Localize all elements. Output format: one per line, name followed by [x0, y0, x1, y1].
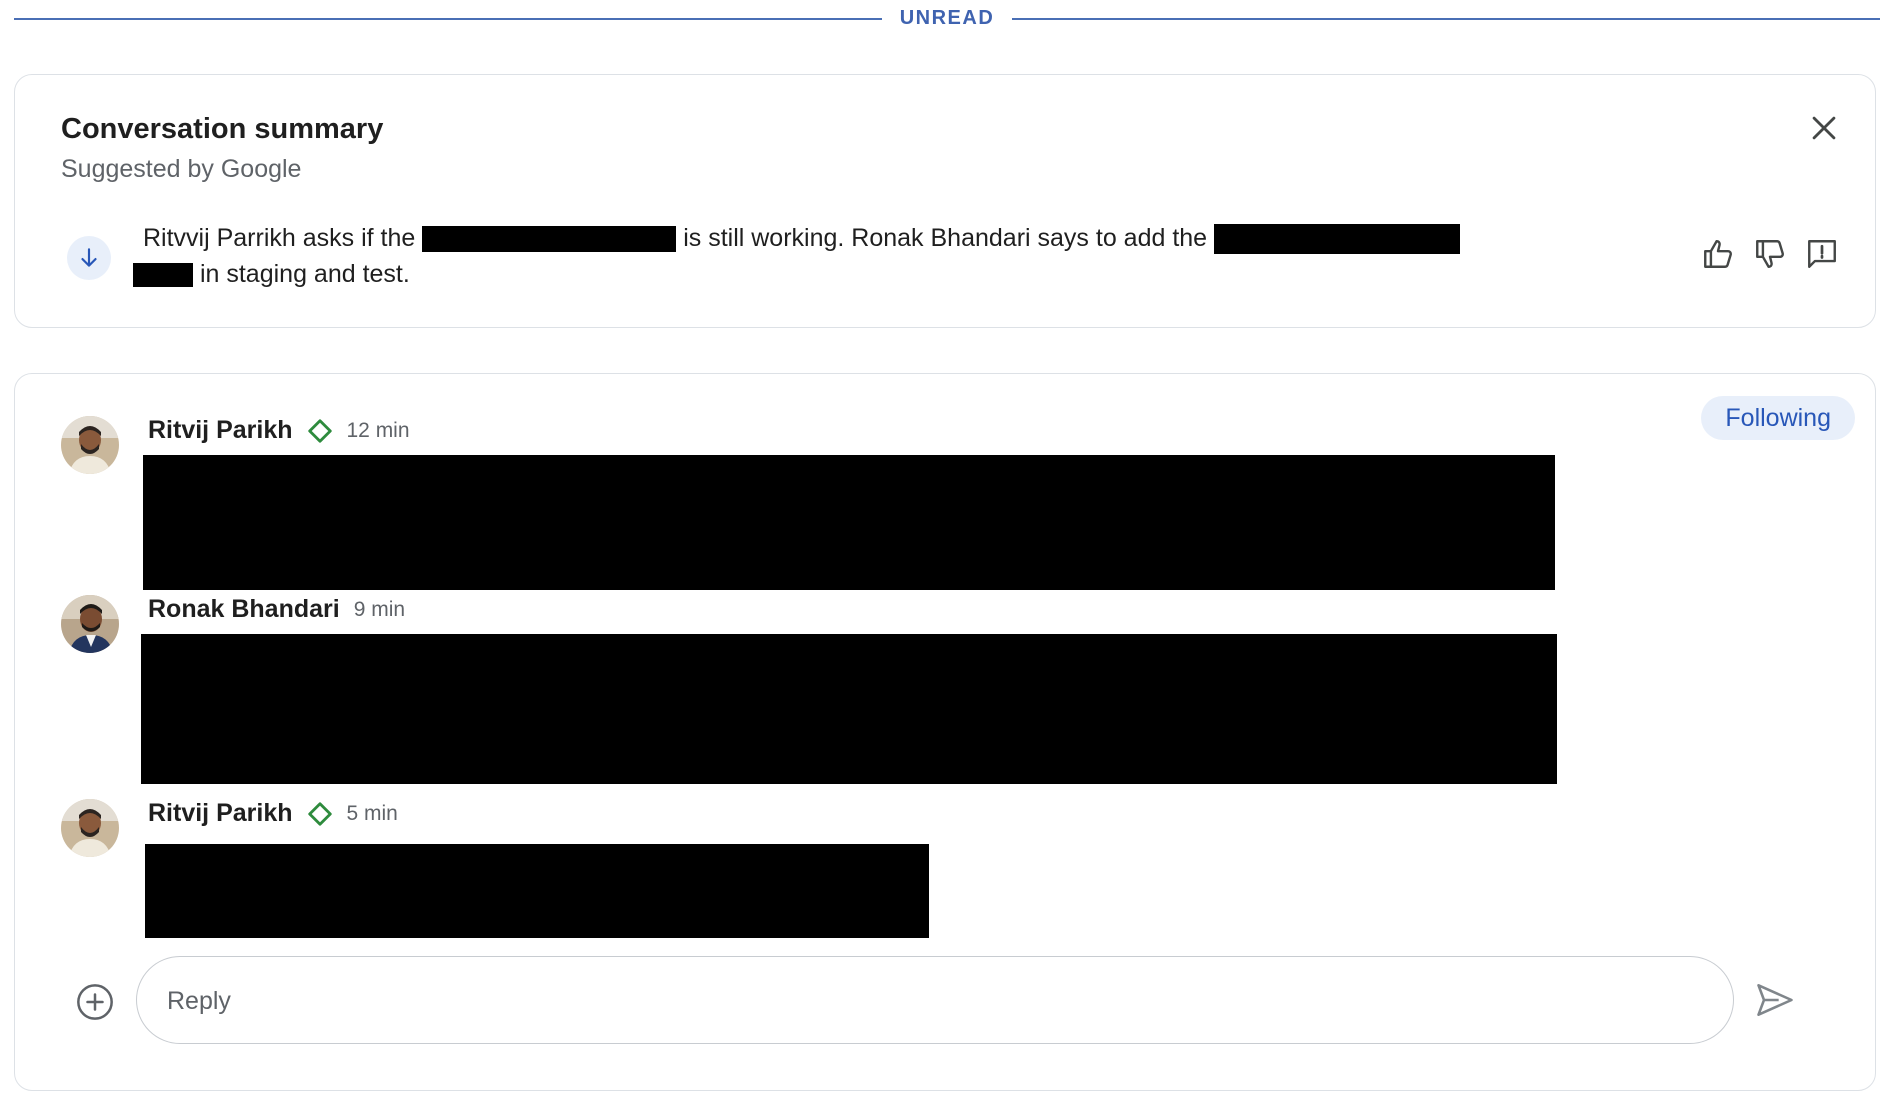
close-icon[interactable] — [1807, 111, 1841, 145]
diamond-icon — [307, 801, 332, 826]
arrow-down-icon — [81, 248, 97, 267]
feedback-icon[interactable] — [1805, 237, 1839, 271]
summary-text: Ritvvij Parrikh asks if the is still wor… — [133, 220, 1648, 292]
message-author[interactable]: Ronak Bhandari — [148, 595, 340, 624]
message-header: Ritvij Parikh 5 min — [148, 799, 398, 828]
redacted-block — [133, 263, 193, 288]
reply-field[interactable] — [136, 956, 1734, 1045]
feedback-icons — [1701, 237, 1839, 271]
summary-subtitle: Suggested by Google — [61, 155, 302, 183]
send-icon[interactable] — [1753, 978, 1797, 1022]
message-author[interactable]: Ritvij Parikh — [148, 416, 293, 445]
message-header: Ronak Bhandari 9 min — [148, 595, 405, 624]
redacted-message — [145, 844, 929, 938]
avatar[interactable] — [61, 416, 119, 474]
thumbs-up-icon[interactable] — [1701, 237, 1735, 271]
message-author[interactable]: Ritvij Parikh — [148, 799, 293, 828]
message-header: Ritvij Parikh 12 min — [148, 416, 410, 445]
expand-summary-button[interactable] — [67, 236, 111, 280]
add-circle-icon[interactable] — [75, 982, 115, 1022]
thumbs-down-icon[interactable] — [1753, 237, 1787, 271]
message-time: 12 min — [346, 418, 410, 442]
redacted-block — [422, 226, 677, 253]
summary-text-part: in staging and test. — [199, 260, 410, 288]
conversation-summary-card: Conversation summary Suggested by Google… — [14, 74, 1876, 328]
unread-label: UNREAD — [899, 7, 995, 29]
message-time: 9 min — [353, 597, 406, 621]
summary-text-part: is still working. Ronak Bhandari says to… — [683, 224, 1208, 252]
message-time: 5 min — [346, 801, 398, 825]
divider-line-right — [1012, 18, 1880, 20]
following-button[interactable]: Following — [1701, 396, 1855, 440]
redacted-block — [1214, 224, 1461, 255]
unread-divider: UNREAD — [14, 0, 1880, 38]
avatar[interactable] — [61, 595, 119, 653]
reply-input[interactable] — [165, 957, 1689, 1045]
redacted-message — [143, 455, 1555, 590]
avatar[interactable] — [61, 799, 119, 857]
redacted-message — [141, 634, 1557, 784]
divider-line-left — [14, 18, 882, 20]
thread-card: Following Ritvij Parikh 12 min Ronak Bha… — [14, 373, 1876, 1091]
diamond-icon — [307, 418, 332, 443]
summary-text-part: Ritvvij Parrikh asks if the — [143, 224, 416, 252]
summary-title: Conversation summary — [61, 113, 384, 145]
